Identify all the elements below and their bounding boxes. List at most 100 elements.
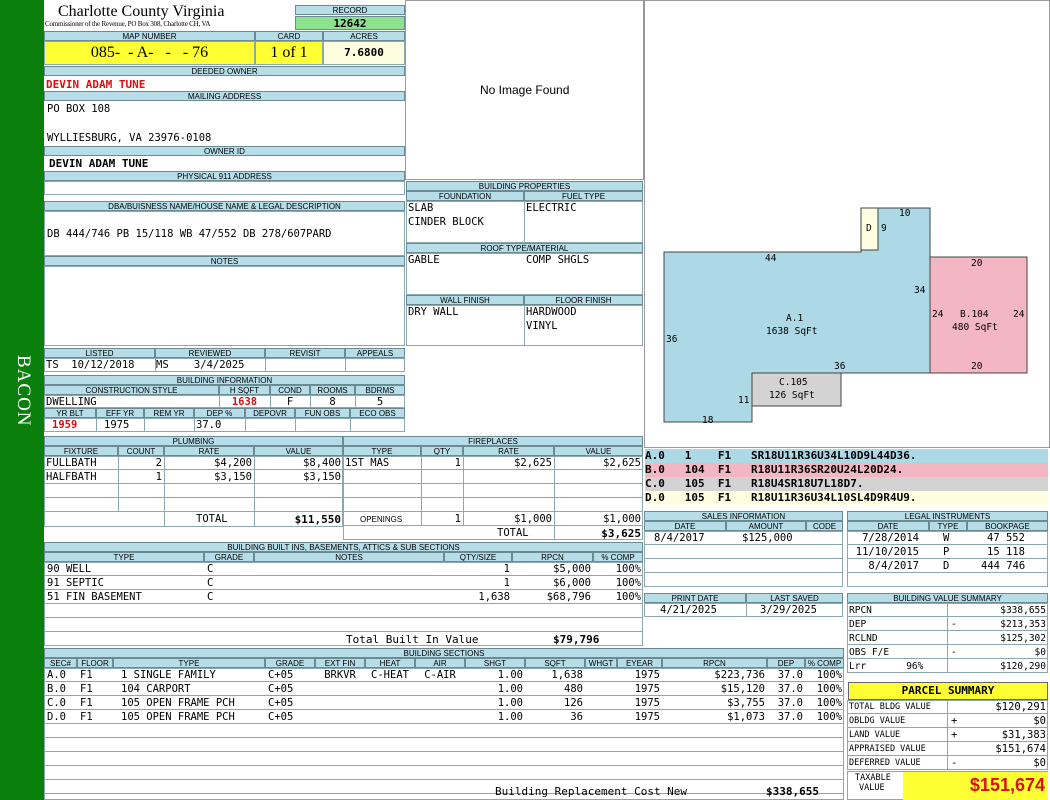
bi-comp-2: 100% xyxy=(615,577,641,589)
plumb-col-value: VALUE xyxy=(254,446,343,456)
sec-cell-3-1: F1 xyxy=(80,711,93,723)
parcel-cell-1-2: $0 xyxy=(1033,715,1046,727)
sec-cell-3-2: 105 OPEN FRAME PCH xyxy=(121,711,235,723)
sec-cell-0-1: F1 xyxy=(80,669,93,681)
sec-cell-2-3: C+05 xyxy=(268,697,294,709)
openings-rate: $1,000 xyxy=(514,513,552,525)
fire-col-type: TYPE xyxy=(343,446,421,456)
taxable-label-1: TAXABLE xyxy=(855,773,891,783)
dim-24-left: 24 xyxy=(932,309,944,320)
bvs-header: BUILDING VALUE SUMMARY xyxy=(847,593,1048,603)
bvs-cell-1-2: $213,353 xyxy=(1000,619,1046,630)
owner-id-header: OWNER ID xyxy=(44,146,405,156)
map-number-header: MAP NUMBER xyxy=(44,31,255,41)
notes-box xyxy=(44,266,405,346)
fire-total-label: TOTAL xyxy=(497,527,529,539)
sidebar: BACON xyxy=(0,0,44,800)
bi-col-qty: QTY/SIZE xyxy=(444,552,512,562)
plumb-rate-2: $3,150 xyxy=(214,471,252,483)
sec-cell-3-7: 1.00 xyxy=(497,711,523,723)
bi-grade-2: C xyxy=(207,577,214,589)
county-title: Charlotte County Virginia xyxy=(58,3,225,20)
sec-col-6: AIR xyxy=(415,658,465,668)
bi-col-notes: NOTES xyxy=(254,552,444,562)
legend-row-a: A.0 1 F1 SR18U11R36U34L10D9L44D36. xyxy=(645,449,1048,463)
dim-9: 9 xyxy=(881,223,887,234)
floor-header: FLOOR FINISH xyxy=(524,295,643,305)
sec-col-12: DEP xyxy=(767,658,805,668)
sales-amount-1: $125,000 xyxy=(742,532,793,544)
legend-row-d: D.0 105 F1 R18U11R36U34L10SL4D9R4U9. xyxy=(645,491,1048,505)
legal-header: LEGAL INSTRUMENTS xyxy=(847,511,1048,521)
cond-header: COND xyxy=(270,385,310,395)
bi-comp-1: 100% xyxy=(615,563,641,575)
bvs-cell-0-2: $338,655 xyxy=(1000,605,1046,616)
sec-cell-2-10: 1975 xyxy=(634,697,660,709)
sec-cell-1-12: 37.0 xyxy=(777,683,803,695)
legal-book-3: 444 746 xyxy=(981,560,1026,572)
sec-cell-3-3: C+05 xyxy=(268,711,294,723)
sec-cell-1-11: $15,120 xyxy=(720,683,765,695)
last-saved: 3/29/2025 xyxy=(760,604,817,616)
effyr-value: 1975 xyxy=(104,419,130,431)
mailing-line1: PO BOX 108 xyxy=(47,103,111,115)
parcel-cell-2-2: $31,383 xyxy=(1001,729,1046,741)
section-d-label: D xyxy=(866,223,872,234)
sec-cell-0-5: C-HEAT xyxy=(371,669,409,681)
sec-col-10: EYEAR xyxy=(617,658,662,668)
section-b-label: B.104 xyxy=(960,309,989,320)
last-saved-header: LAST SAVED xyxy=(746,593,843,603)
fire-qty-1: 1 xyxy=(454,457,461,469)
sec-col-3: GRADE xyxy=(265,658,315,668)
dim-10: 10 xyxy=(899,208,911,219)
plumb-col-fixture: FIXTURE xyxy=(44,446,118,456)
dim-11: 11 xyxy=(738,395,750,406)
sec-cell-0-10: 1975 xyxy=(634,669,660,681)
section-c-area: 126 SqFt xyxy=(769,390,815,401)
foundation-2: CINDER BLOCK xyxy=(408,216,484,228)
bi-type-3: 51 FIN BASEMENT xyxy=(47,591,142,603)
ecoobs-header: ECO OBS xyxy=(350,408,405,418)
bvs-cell-1-0: DEP xyxy=(849,619,867,630)
legal-book-1: 47 552 xyxy=(987,532,1025,544)
dim-44: 44 xyxy=(765,253,777,264)
bi-rpcn-1: $5,000 xyxy=(553,563,591,575)
legal-book-2: 15 118 xyxy=(987,546,1025,558)
bi-qty-2: 1 xyxy=(503,577,510,589)
builtins-header: BUILDING BUILT INS, BASEMENTS, ATTICS & … xyxy=(44,542,643,552)
fire-value-1: $2,625 xyxy=(603,457,641,469)
sales-col-code: CODE xyxy=(806,521,843,531)
owner-id: DEVIN ADAM TUNE xyxy=(49,157,149,170)
legal-type-1: W xyxy=(943,532,950,544)
sec-cell-0-7: 1.00 xyxy=(497,669,523,681)
sec-cell-0-3: C+05 xyxy=(268,669,294,681)
mailing-line2: WYLLIESBURG, VA 23976-0108 xyxy=(47,132,212,144)
parcel-cell-1-0: OBLDG VALUE xyxy=(849,716,906,726)
depovr-header: DEPOVR xyxy=(245,408,295,418)
sec-cell-2-13: 100% xyxy=(816,697,842,709)
fuel-value: ELECTRIC xyxy=(526,202,577,214)
acres-header: ACRES xyxy=(323,31,405,41)
sec-cell-1-10: 1975 xyxy=(634,683,660,695)
bldg-props-header: BUILDING PROPERTIES xyxy=(406,181,643,191)
legal-col-bookpage: BOOKPAGE xyxy=(967,521,1048,531)
sec-cell-3-13: 100% xyxy=(816,711,842,723)
plumb-fixture-1: FULLBATH xyxy=(46,457,97,469)
sec-cell-1-1: F1 xyxy=(80,683,93,695)
sec-col-9: WHGT xyxy=(585,658,617,668)
sec-cell-0-6: C-AIR xyxy=(424,669,456,681)
dim-20-top: 20 xyxy=(971,258,983,269)
bi-col-grade: GRADE xyxy=(204,552,254,562)
bvs-cell-4-0: Lrr 96% xyxy=(849,661,924,672)
dep-value: 37.0 xyxy=(196,419,222,431)
listed-value: TS 10/12/2018 xyxy=(46,359,135,371)
legal-col-type: TYPE xyxy=(929,521,967,531)
sec-cell-0-4: BRKVR xyxy=(324,669,356,681)
plumb-rate-1: $4,200 xyxy=(214,457,252,469)
sec-cell-1-13: 100% xyxy=(816,683,842,695)
no-image-text: No Image Found xyxy=(480,83,570,97)
parcel-cell-3-2: $151,674 xyxy=(995,743,1046,755)
taxable-value: $151,674 xyxy=(903,772,1048,800)
dim-36-left: 36 xyxy=(666,334,678,345)
dep-header: DEP % xyxy=(194,408,245,418)
